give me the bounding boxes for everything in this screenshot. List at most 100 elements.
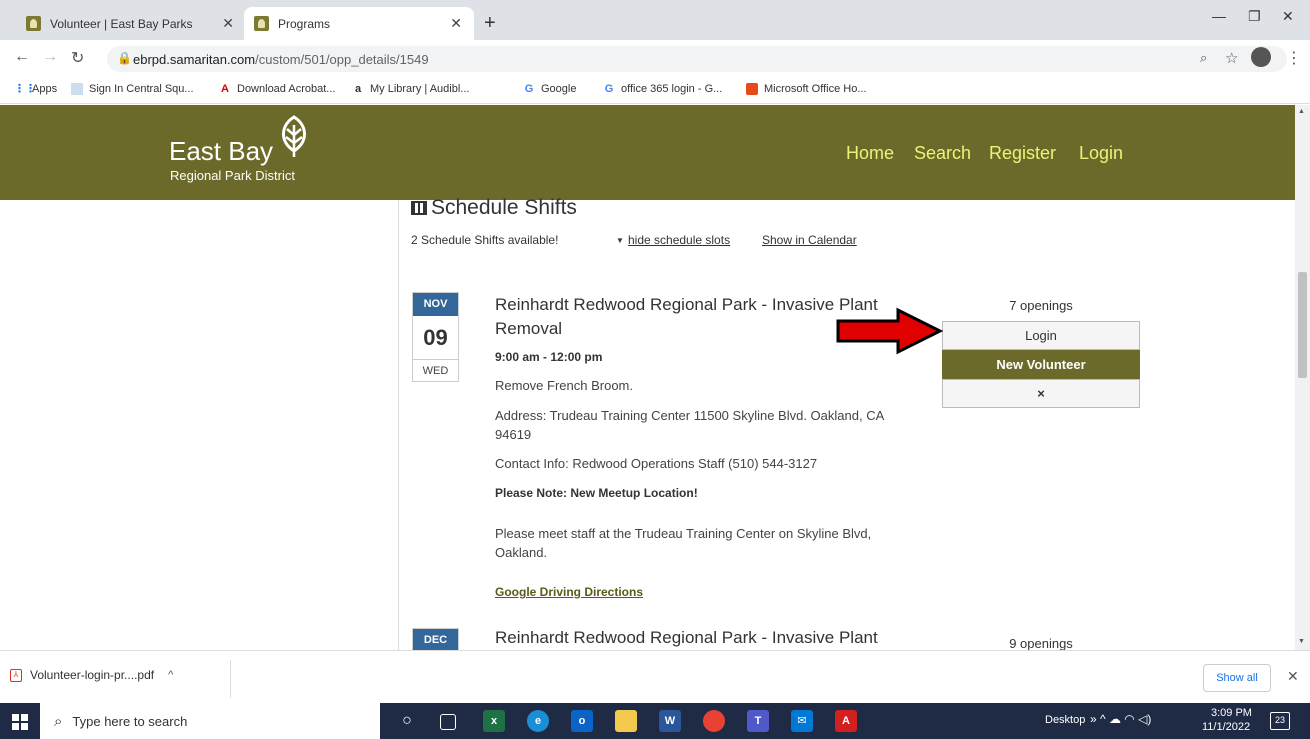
bookmark-audible[interactable]: a My Library | Audibl... xyxy=(352,83,470,95)
park-favicon-icon xyxy=(254,16,269,31)
restore-icon[interactable]: ❐ xyxy=(1248,8,1261,25)
google-icon: G xyxy=(604,83,614,95)
site-logo-subtitle: Regional Park District xyxy=(170,168,295,183)
event-description: Remove French Broom. xyxy=(495,378,633,393)
chevron-up-icon[interactable]: ^ xyxy=(168,669,173,681)
minimize-icon[interactable]: — xyxy=(1212,8,1226,24)
acrobat-icon[interactable]: A xyxy=(835,710,857,732)
close-download-bar-icon[interactable]: ✕ xyxy=(1287,668,1299,685)
bookmark-label: Download Acrobat... xyxy=(237,83,336,95)
show-all-button[interactable]: Show all xyxy=(1203,664,1271,692)
file-explorer-icon[interactable] xyxy=(615,710,637,732)
chrome-icon[interactable] xyxy=(703,710,725,732)
tab-title: Volunteer | East Bay Parks xyxy=(50,16,193,31)
calendar-icon xyxy=(411,201,427,215)
new-tab-icon[interactable]: + xyxy=(484,12,496,35)
download-item[interactable]: ⅄ Volunteer-login-pr....pdf ^ xyxy=(10,668,173,682)
window-close-icon[interactable]: ✕ xyxy=(1282,8,1294,25)
close-tab-icon[interactable]: ✕ xyxy=(222,15,234,32)
bookmark-label: Google xyxy=(541,83,577,95)
event-note-text: Please meet staff at the Trudeau Trainin… xyxy=(495,526,872,560)
task-view-icon[interactable] xyxy=(440,714,456,730)
download-filename: Volunteer-login-pr....pdf xyxy=(30,668,155,682)
desktop-toolbar-label[interactable]: Desktop xyxy=(1045,714,1085,726)
scroll-down-icon[interactable]: ▼ xyxy=(1298,638,1305,645)
clock-date[interactable]: 11/1/2022 xyxy=(1202,721,1250,733)
bookmark-apps[interactable]: ⋮⋮ Apps xyxy=(14,83,57,95)
nav-login[interactable]: Login xyxy=(1079,143,1123,164)
back-icon[interactable]: ← xyxy=(14,48,30,66)
search-icon: ⌕ xyxy=(54,712,63,730)
caret-down-icon: ▼ xyxy=(616,236,624,245)
reload-icon[interactable]: ↻ xyxy=(71,48,84,68)
schedule-heading: Schedule Shifts xyxy=(411,196,577,220)
event-month: NOV xyxy=(413,293,458,316)
driving-directions-link[interactable]: Google Driving Directions xyxy=(495,585,643,599)
event-time: 9:00 am - 12:00 pm xyxy=(495,350,603,364)
bookmark-office365[interactable]: Goffice 365 login - G... xyxy=(603,83,723,95)
event-contact: Contact Info: Redwood Operations Staff (… xyxy=(495,456,818,471)
event-day: 09 xyxy=(423,325,448,350)
scroll-up-icon[interactable]: ▲ xyxy=(1298,108,1305,115)
clock-time[interactable]: 3:09 PM xyxy=(1211,707,1252,719)
pdf-file-icon: ⅄ xyxy=(10,668,22,682)
nav-home[interactable]: Home xyxy=(846,143,894,164)
address-bar[interactable]: 🔒 ebrpd.samaritan.com/custom/501/opp_det… xyxy=(107,46,1287,72)
bookmark-acrobat[interactable]: A Download Acrobat... xyxy=(219,83,335,95)
google-icon: G xyxy=(524,83,534,95)
zoom-icon[interactable]: ⌕ xyxy=(1200,50,1207,66)
bookmark-label: office 365 login - G... xyxy=(621,83,723,95)
tab-volunteer[interactable]: Volunteer | East Bay Parks ✕ xyxy=(16,7,246,40)
bookmark-office-home[interactable]: Microsoft Office Ho... xyxy=(746,83,867,95)
excel-icon[interactable]: x xyxy=(483,710,505,732)
column-divider xyxy=(398,200,399,650)
scrollbar-thumb[interactable] xyxy=(1298,272,1307,378)
apps-grid-icon: ⋮⋮ xyxy=(14,83,36,95)
tab-programs[interactable]: Programs ✕ xyxy=(244,7,474,40)
bookmark-google[interactable]: G Google xyxy=(523,83,577,95)
office-icon xyxy=(746,83,758,95)
browser-tab-strip: Volunteer | East Bay Parks ✕ Programs ✕ … xyxy=(0,0,1310,40)
bookmark-label: My Library | Audibl... xyxy=(370,83,470,95)
profile-avatar-icon[interactable] xyxy=(1251,47,1271,67)
schedule-heading-text: Schedule Shifts xyxy=(431,196,577,219)
mail-icon[interactable]: ✉ xyxy=(791,710,813,732)
tray-overflow-icon[interactable]: » ^ ☁ ◠ ◁) xyxy=(1090,712,1151,726)
bookmark-central-square[interactable]: Sign In Central Squ... xyxy=(71,83,194,95)
event-date-badge: NOV 09 WED xyxy=(412,292,459,382)
event-address: Address: Trudeau Training Center 11500 S… xyxy=(495,408,884,442)
page-icon xyxy=(71,83,83,95)
cortana-icon[interactable]: ○ xyxy=(396,710,418,732)
menu-dots-icon[interactable]: ⋮ xyxy=(1286,48,1302,68)
divider xyxy=(230,660,231,698)
event-date-badge: DEC xyxy=(412,628,459,650)
bookmark-star-icon[interactable]: ☆ xyxy=(1225,49,1238,67)
signup-login-button[interactable]: Login xyxy=(942,321,1140,350)
close-signup-button[interactable]: × xyxy=(942,379,1140,408)
openings-count: 9 openings xyxy=(1009,636,1073,650)
show-calendar-link[interactable]: Show in Calendar xyxy=(762,233,857,247)
hide-slots-link[interactable]: hide schedule slots xyxy=(628,233,730,247)
site-logo-title[interactable]: East Bay xyxy=(169,136,273,167)
teams-icon[interactable]: T xyxy=(747,710,769,732)
outlook-icon[interactable]: o xyxy=(571,710,593,732)
download-bar xyxy=(0,650,1310,703)
url-text: ebrpd.samaritan.com/custom/501/opp_detai… xyxy=(133,52,429,67)
windows-start-icon[interactable] xyxy=(12,714,28,730)
word-icon[interactable]: W xyxy=(659,710,681,732)
close-tab-icon[interactable]: ✕ xyxy=(450,15,462,32)
event-note-title: Please Note: New Meetup Location! xyxy=(495,486,698,500)
openings-count: 7 openings xyxy=(1009,298,1073,313)
notifications-icon[interactable]: 23 xyxy=(1270,712,1290,730)
edge-icon[interactable]: e xyxy=(527,710,549,732)
bookmark-label: Microsoft Office Ho... xyxy=(764,83,867,95)
lock-icon: 🔒 xyxy=(117,51,132,65)
nav-search[interactable]: Search xyxy=(914,143,971,164)
shifts-available-text: 2 Schedule Shifts available! xyxy=(411,233,559,247)
forward-icon[interactable]: → xyxy=(42,48,58,66)
taskbar-search[interactable]: ⌕ Type here to search xyxy=(40,703,380,739)
nav-register[interactable]: Register xyxy=(989,143,1056,164)
event-weekday: WED xyxy=(413,359,458,381)
new-volunteer-button[interactable]: New Volunteer xyxy=(942,350,1140,379)
red-arrow-icon xyxy=(836,307,944,355)
